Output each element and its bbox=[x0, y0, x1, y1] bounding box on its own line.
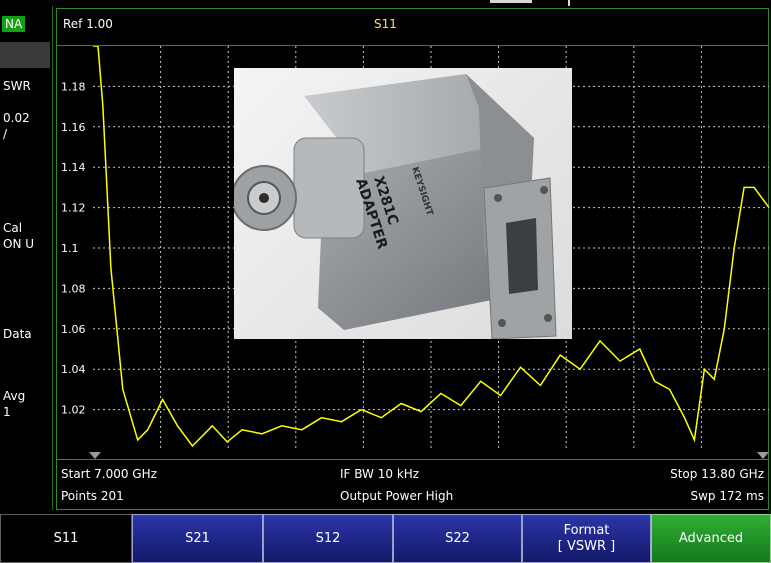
stop-frequency[interactable]: Stop 13.80 GHz bbox=[670, 467, 764, 481]
sweep-info-footer: Start 7.000 GHz Points 201 IF BW 10 kHz … bbox=[56, 460, 769, 510]
softkey-s11-label: S11 bbox=[53, 530, 79, 546]
softkey-s21[interactable]: S21 bbox=[132, 514, 263, 563]
y-tick-label: 1.04 bbox=[61, 363, 86, 376]
y-tick-label: 1.18 bbox=[61, 80, 86, 93]
trace-header: Ref 1.00 S11 bbox=[56, 8, 769, 46]
softkey-s12-label: S12 bbox=[315, 530, 341, 546]
if-bandwidth[interactable]: IF BW 10 kHz bbox=[340, 467, 419, 481]
top-indicator bbox=[490, 0, 532, 3]
y-tick-labels: 1.18 1.16 1.14 1.12 1.1 1.08 1.06 1.04 1.02 bbox=[61, 80, 86, 416]
avg-status: Avg 1 bbox=[3, 389, 26, 419]
softkey-format-label: Format bbox=[563, 522, 610, 538]
y-tick-label: 1.1 bbox=[61, 242, 79, 255]
softkey-format-value: [ VSWR ] bbox=[557, 538, 616, 554]
points-count[interactable]: Points 201 bbox=[61, 489, 124, 503]
softkey-advanced[interactable]: Advanced bbox=[651, 514, 771, 563]
y-tick-label: 1.02 bbox=[61, 404, 86, 417]
y-tick-label: 1.16 bbox=[61, 121, 86, 134]
softkey-bar: S11 S21 S12 S22 Format [ VSWR ] Advanced bbox=[0, 514, 771, 563]
softkey-s22[interactable]: S22 bbox=[393, 514, 522, 563]
y-tick-label: 1.12 bbox=[61, 202, 86, 215]
active-entry-box bbox=[0, 42, 50, 68]
top-status-strip bbox=[0, 0, 771, 6]
y-tick-label: 1.08 bbox=[61, 282, 86, 295]
softkey-format[interactable]: Format [ VSWR ] bbox=[522, 514, 651, 563]
softkey-s22-label: S22 bbox=[445, 530, 470, 546]
adapter-photo: X281C ADAPTER KEYSIGHT bbox=[234, 68, 572, 339]
reference-level[interactable]: Ref 1.00 bbox=[63, 17, 113, 31]
stop-marker bbox=[757, 452, 769, 459]
softkey-advanced-label: Advanced bbox=[678, 530, 744, 546]
top-tick bbox=[568, 0, 570, 6]
mode-badge[interactable]: NA bbox=[2, 16, 26, 32]
output-power[interactable]: Output Power High bbox=[340, 489, 453, 503]
softkey-s12[interactable]: S12 bbox=[263, 514, 393, 563]
softkey-s11[interactable]: S11 bbox=[0, 514, 132, 563]
start-marker bbox=[89, 452, 101, 459]
y-tick-label: 1.06 bbox=[61, 323, 86, 336]
measurement-label[interactable]: S11 bbox=[374, 17, 397, 31]
scale-readout: 0.02 / bbox=[3, 111, 30, 141]
start-frequency[interactable]: Start 7.000 GHz bbox=[61, 467, 157, 481]
y-tick-label: 1.14 bbox=[61, 161, 86, 174]
data-status: Data bbox=[3, 327, 32, 341]
sweep-time[interactable]: Swp 172 ms bbox=[690, 489, 764, 503]
format-readout: SWR bbox=[3, 79, 31, 93]
softkey-s21-label: S21 bbox=[185, 530, 210, 546]
plot-area[interactable]: 1.18 1.16 1.14 1.12 1.1 1.08 1.06 1.04 1.02 bbox=[56, 46, 770, 460]
adapter-image: X281C ADAPTER KEYSIGHT bbox=[234, 74, 557, 339]
cal-status: Cal ON U bbox=[3, 221, 35, 251]
left-status-panel: NA SWR 0.02 / Cal ON U Data Avg 1 bbox=[0, 6, 53, 510]
